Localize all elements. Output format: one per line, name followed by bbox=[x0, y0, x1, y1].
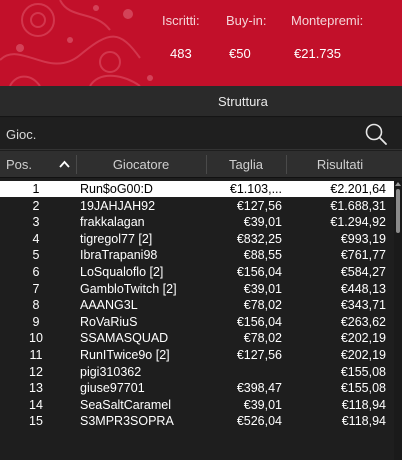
results-cell: €202,19 bbox=[340, 348, 386, 362]
stack-size-cell: €39,01 bbox=[243, 215, 282, 229]
player-name-cell: giuse97701 bbox=[80, 381, 145, 395]
position-cell: 8 bbox=[32, 298, 40, 312]
registered-label: Iscritti: bbox=[162, 13, 200, 28]
table-row[interactable]: 12 pigi310362 €155,08 bbox=[0, 364, 394, 380]
results-cell: €2.201,64 bbox=[330, 182, 386, 196]
results-cell: €761,77 bbox=[340, 248, 386, 262]
table-row[interactable]: 11 RunITwice9o [2] €127,56 €202,19 bbox=[0, 347, 394, 363]
table-row[interactable]: 9 RoVaRiuS €156,04 €263,62 bbox=[0, 314, 394, 330]
player-name-cell: IbraTrapani98 bbox=[80, 248, 158, 262]
stack-size-cell: €88,55 bbox=[243, 248, 282, 262]
results-cell: €448,13 bbox=[340, 282, 386, 296]
results-cell: €1.294,92 bbox=[330, 215, 386, 229]
player-name-cell: S3MPR3SOPRA bbox=[80, 414, 174, 428]
results-cell: €118,94 bbox=[341, 414, 386, 428]
position-cell: 12 bbox=[29, 365, 43, 379]
player-name-cell: SeaSaltCaramel bbox=[80, 398, 172, 412]
position-cell: 5 bbox=[32, 248, 40, 262]
position-cell: 10 bbox=[29, 331, 43, 345]
search-icon[interactable] bbox=[364, 122, 388, 146]
results-cell: €118,94 bbox=[341, 398, 386, 412]
position-cell: 6 bbox=[32, 265, 40, 279]
players-table-body: 1 Run$oG00:D €1.103,... €2.201,64 2 19JAHJAH9… bbox=[0, 181, 394, 460]
table-row[interactable]: 13 giuse97701 €398,47 €155,08 bbox=[0, 380, 394, 396]
stack-size-cell: €78,02 bbox=[243, 331, 282, 345]
results-cell: €1.688,31 bbox=[330, 199, 386, 213]
player-name-cell: 19JAHJAH92 bbox=[80, 199, 156, 213]
results-cell: €202,19 bbox=[340, 331, 386, 345]
position-cell: 11 bbox=[29, 348, 43, 362]
structure-title: Struttura bbox=[218, 94, 268, 109]
buyin-label: Buy-in: bbox=[226, 13, 267, 28]
stack-size-cell: €526,04 bbox=[236, 414, 282, 428]
position-cell: 4 bbox=[32, 232, 40, 246]
player-name-cell: SSAMASQUAD bbox=[80, 331, 169, 345]
player-name-cell: frakkalagan bbox=[80, 215, 145, 229]
position-cell: 13 bbox=[29, 381, 43, 395]
player-name-cell: tigregol77 [2] bbox=[80, 232, 153, 246]
column-header-size[interactable]: Taglia bbox=[206, 151, 286, 178]
results-cell: €993,19 bbox=[340, 232, 386, 246]
scrollbar-thumb[interactable] bbox=[396, 189, 400, 233]
player-name-cell: RoVaRiuS bbox=[80, 315, 138, 329]
player-name-cell: LoSqualoflo [2] bbox=[80, 265, 164, 279]
table-row[interactable]: 4 tigregol77 [2] €832,25 €993,19 bbox=[0, 231, 394, 247]
stack-size-cell: €39,01 bbox=[243, 282, 282, 296]
table-row[interactable]: 6 LoSqualoflo [2] €156,04 €584,27 bbox=[0, 264, 394, 280]
table-row[interactable]: 8 AAANG3L €78,02 €343,71 bbox=[0, 297, 394, 313]
table-row[interactable]: 5 IbraTrapani98 €88,55 €761,77 bbox=[0, 247, 394, 263]
stack-size-cell: €127,56 bbox=[236, 199, 282, 213]
position-cell: 2 bbox=[32, 199, 40, 213]
position-cell: 9 bbox=[32, 315, 40, 329]
table-row[interactable]: 15 S3MPR3SOPRA €526,04 €118,94 bbox=[0, 413, 394, 429]
position-cell: 1 bbox=[32, 182, 40, 196]
registered-value: 483 bbox=[170, 46, 192, 61]
player-name-cell: Run$oG00:D bbox=[80, 182, 153, 196]
results-cell: €155,08 bbox=[340, 365, 386, 379]
position-cell: 7 bbox=[32, 282, 40, 296]
table-header: Pos. Giocatore Taglia Risultati bbox=[0, 151, 402, 178]
player-name-cell: GambloTwitch [2] bbox=[80, 282, 177, 296]
position-cell: 14 bbox=[29, 398, 43, 412]
table-row[interactable]: 2 19JAHJAH92 €127,56 €1.688,31 bbox=[0, 198, 394, 214]
stack-size-cell: €832,25 bbox=[236, 232, 282, 246]
column-header-player[interactable]: Giocatore bbox=[76, 151, 206, 178]
structure-tab[interactable]: Struttura bbox=[0, 86, 402, 117]
stack-size-cell bbox=[208, 364, 282, 380]
table-row[interactable]: 7 GambloTwitch [2] €39,01 €448,13 bbox=[0, 281, 394, 297]
scroll-up-arrow-icon[interactable] bbox=[395, 181, 401, 187]
table-row[interactable]: 3 frakkalagan €39,01 €1.294,92 bbox=[0, 214, 394, 230]
stack-size-cell: €156,04 bbox=[236, 265, 282, 279]
player-name-cell: pigi310362 bbox=[80, 365, 142, 379]
results-cell: €584,27 bbox=[340, 265, 386, 279]
player-name-cell: RunITwice9o [2] bbox=[80, 348, 170, 362]
position-cell: 15 bbox=[29, 414, 43, 428]
column-header-results[interactable]: Risultati bbox=[286, 151, 394, 178]
table-row[interactable]: 14 SeaSaltCaramel €39,01 €118,94 bbox=[0, 397, 394, 413]
prize-pool-label: Montepremi: bbox=[291, 13, 364, 28]
stack-size-cell: €39,01 bbox=[243, 398, 282, 412]
results-cell: €263,62 bbox=[340, 315, 386, 329]
stack-size-cell: €78,02 bbox=[243, 298, 282, 312]
table-scrollbar[interactable] bbox=[394, 181, 402, 460]
results-cell: €343,71 bbox=[340, 298, 386, 312]
player-search-input[interactable] bbox=[0, 118, 360, 150]
position-cell: 3 bbox=[32, 215, 40, 229]
player-search-bar bbox=[0, 118, 402, 150]
table-row[interactable]: 1 Run$oG00:D €1.103,... €2.201,64 bbox=[0, 181, 394, 197]
tournament-header-banner: Iscritti: Buy-in: Montepremi: 483 €50 €2… bbox=[0, 0, 402, 86]
stack-size-cell: €156,04 bbox=[236, 315, 282, 329]
prize-pool-value: €21.735 bbox=[294, 46, 341, 61]
chevron-up-icon[interactable] bbox=[59, 160, 70, 168]
stack-size-cell: €127,56 bbox=[236, 348, 282, 362]
player-name-cell: AAANG3L bbox=[80, 298, 138, 312]
results-cell: €155,08 bbox=[340, 381, 386, 395]
table-row[interactable]: 10 SSAMASQUAD €78,02 €202,19 bbox=[0, 330, 394, 346]
stack-size-cell: €1.103,... bbox=[229, 182, 282, 196]
stack-size-cell: €398,47 bbox=[236, 381, 282, 395]
buyin-value: €50 bbox=[229, 46, 251, 61]
